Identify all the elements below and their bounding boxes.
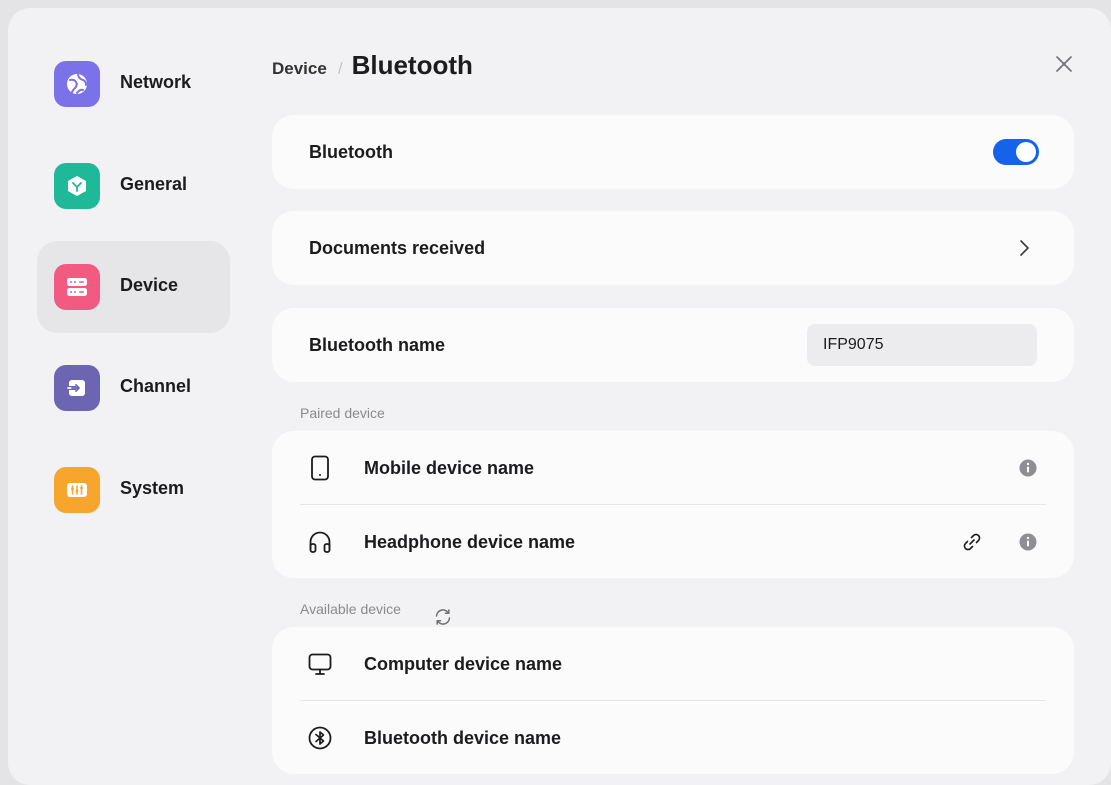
input-icon — [54, 365, 100, 411]
info-icon[interactable] — [1018, 458, 1038, 478]
sliders-icon — [54, 467, 100, 513]
paired-devices-card: Mobile device name Headphone device name — [272, 431, 1074, 578]
paired-device-row[interactable]: Mobile device name — [272, 431, 1074, 505]
headphone-icon — [307, 529, 333, 555]
sidebar-item-label: Channel — [120, 376, 192, 396]
sidebar-item-system[interactable]: System — [37, 444, 230, 536]
sidebar-item-label: Network — [120, 72, 192, 92]
documents-card: Documents received — [272, 211, 1074, 285]
available-device-label: Available device — [300, 601, 401, 617]
breadcrumb: Device / Bluetooth — [272, 50, 473, 81]
sidebar-item-network[interactable]: Network — [37, 38, 230, 130]
sidebar-item-channel[interactable]: Channel — [37, 342, 230, 434]
bluetooth-name-card: Bluetooth name — [272, 308, 1074, 382]
available-devices-card: Computer device name Bluetooth device na… — [272, 627, 1074, 774]
chevron-right-icon — [1014, 238, 1034, 258]
bluetooth-label: Bluetooth — [309, 142, 393, 162]
bluetooth-toggle-card: Bluetooth — [272, 115, 1074, 189]
breadcrumb-separator: / — [337, 59, 343, 78]
info-icon[interactable] — [1018, 532, 1038, 552]
server-icon — [54, 264, 100, 310]
bluetooth-name-label: Bluetooth name — [309, 335, 446, 355]
device-name: Headphone device name — [364, 532, 576, 552]
page-title: Bluetooth — [351, 50, 473, 80]
available-device-row[interactable]: Computer device name — [272, 627, 1074, 701]
toggle-knob — [1016, 142, 1036, 162]
phone-icon — [307, 455, 333, 481]
sidebar-item-label: General — [120, 174, 188, 194]
sidebar-item-label: Device — [120, 275, 179, 295]
documents-received-row[interactable]: Documents received — [272, 211, 1074, 285]
sidebar-item-device[interactable]: Device — [37, 241, 230, 333]
available-device-row[interactable]: Bluetooth device name — [272, 701, 1074, 775]
paired-device-label: Paired device — [300, 405, 385, 421]
refresh-icon[interactable] — [433, 607, 453, 627]
bluetooth-name-row: Bluetooth name — [272, 308, 1074, 382]
device-name: Computer device name — [364, 654, 563, 674]
cube-icon — [54, 163, 100, 209]
close-icon[interactable] — [1052, 52, 1076, 76]
settings-window: Network General Device Channel System De… — [8, 8, 1111, 785]
breadcrumb-parent[interactable]: Device — [272, 59, 327, 79]
globe-icon — [54, 61, 100, 107]
bluetooth-toggle[interactable] — [993, 139, 1039, 165]
device-name: Mobile device name — [364, 458, 535, 478]
bluetooth-name-input[interactable] — [807, 324, 1037, 366]
link-icon[interactable] — [961, 531, 983, 553]
bluetooth-icon — [307, 725, 333, 751]
paired-device-row[interactable]: Headphone device name — [272, 505, 1074, 579]
sidebar-item-general[interactable]: General — [37, 140, 230, 232]
device-name: Bluetooth device name — [364, 728, 562, 748]
sidebar-item-label: System — [120, 478, 185, 498]
monitor-icon — [307, 651, 333, 677]
bluetooth-row: Bluetooth — [272, 115, 1074, 189]
documents-label: Documents received — [309, 238, 486, 258]
